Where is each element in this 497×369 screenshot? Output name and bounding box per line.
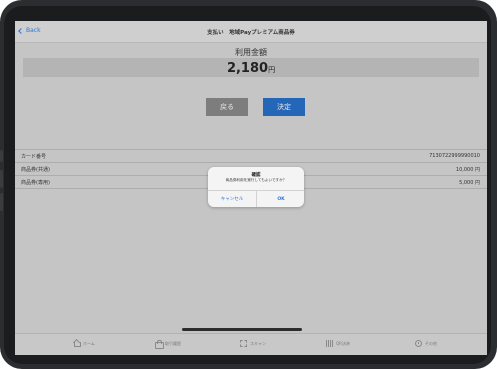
alert-cancel-button[interactable]: キャンセル bbox=[208, 191, 256, 207]
page-title: 支払い 地域Payプレミアム商品券 bbox=[207, 30, 295, 36]
tab-label: ホーム bbox=[83, 340, 95, 346]
side-button bbox=[0, 150, 3, 162]
detail-key: 商品券(専用) bbox=[21, 180, 50, 186]
amount-number: 2,180 bbox=[226, 61, 269, 76]
detail-value: 5,000 円 bbox=[459, 180, 480, 186]
confirm-alert: 確認 商品券利用を実行してもよいですか？ キャンセル OK bbox=[208, 167, 304, 207]
tab-history[interactable]: 取引履歴 bbox=[155, 340, 181, 349]
detail-key: カード番号 bbox=[21, 154, 47, 160]
alert-message: 商品券利用を実行してもよいですか？ bbox=[225, 178, 287, 182]
amount-value: 2,180円 bbox=[15, 61, 487, 76]
tab-label: スキャン bbox=[250, 340, 266, 346]
alert-ok-button[interactable]: OK bbox=[257, 191, 305, 207]
home-indicator[interactable] bbox=[182, 328, 302, 331]
tab-home[interactable]: ホーム bbox=[73, 340, 95, 347]
home-icon bbox=[73, 340, 81, 347]
volume-down-button bbox=[0, 193, 3, 211]
app-screen: Back 支払い 地域Payプレミアム商品券 利用金額 2,180円 戻る 決定… bbox=[15, 21, 487, 355]
bag-icon bbox=[155, 340, 164, 349]
amount-label: 利用金額 bbox=[235, 48, 267, 57]
tab-bar: ホーム 取引履歴 スキャン QR決済 その他 bbox=[15, 333, 487, 355]
tab-label: 取引履歴 bbox=[165, 340, 181, 346]
qr-icon bbox=[326, 340, 333, 347]
amount-unit: 円 bbox=[268, 66, 276, 74]
clock-icon bbox=[415, 340, 422, 347]
volume-up-button bbox=[0, 170, 3, 188]
detail-key: 商品券(共通) bbox=[21, 167, 50, 173]
detail-row-card-number: カード番号 7130722999990010 bbox=[15, 150, 487, 162]
tab-other[interactable]: その他 bbox=[415, 340, 437, 347]
tab-qr[interactable]: QR決済 bbox=[326, 340, 350, 347]
scan-icon bbox=[240, 340, 247, 347]
back-button[interactable]: 戻る bbox=[206, 98, 248, 116]
tab-scan[interactable]: スキャン bbox=[240, 340, 266, 347]
detail-value: 7130722999990010 bbox=[429, 153, 480, 159]
confirm-button[interactable]: 決定 bbox=[263, 98, 305, 116]
tab-label: QR決済 bbox=[336, 340, 350, 346]
tab-label: その他 bbox=[425, 340, 437, 346]
navigation-bar: Back 支払い 地域Payプレミアム商品券 bbox=[15, 21, 487, 43]
detail-value: 10,000 円 bbox=[455, 167, 480, 173]
